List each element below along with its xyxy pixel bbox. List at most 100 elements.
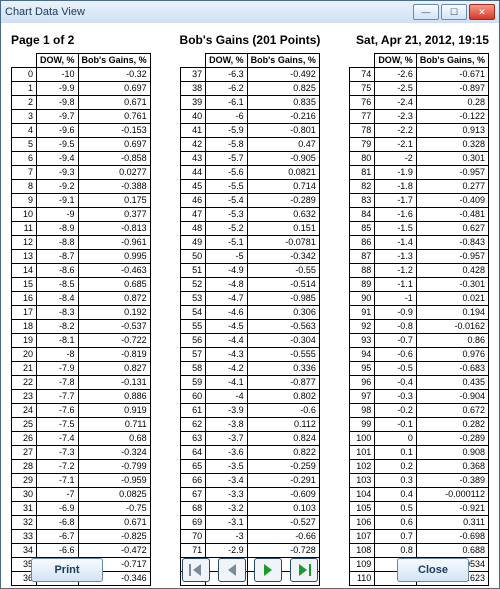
cell-gain: -0.481: [416, 208, 488, 222]
col-gains: Bob's Gains, %: [416, 54, 488, 68]
cell-gain: 0.435: [416, 376, 488, 390]
cell-dow: -0.5: [375, 362, 417, 376]
cell-dow: -4.2: [206, 362, 248, 376]
cell-index: 8: [12, 180, 37, 194]
cell-dow: -9.6: [37, 124, 79, 138]
table-row: 6-9.4-0.858: [12, 152, 151, 166]
cell-dow: -2: [375, 152, 417, 166]
table-row: 1060.60.311: [350, 516, 489, 530]
prev-page-button[interactable]: [218, 558, 246, 582]
cell-gain: 0.711: [78, 418, 150, 432]
cell-dow: 0.7: [375, 530, 417, 544]
table-row: 58-4.20.336: [181, 362, 320, 376]
table-row: 38-6.20.825: [181, 82, 320, 96]
cell-index: 78: [350, 124, 375, 138]
cell-gain: 0.368: [416, 460, 488, 474]
cell-gain: -0.985: [247, 292, 319, 306]
cell-gain: 0.697: [78, 138, 150, 152]
table-row: 92-0.8-0.0162: [350, 320, 489, 334]
cell-index: 105: [350, 502, 375, 516]
cell-gain: -0.66: [247, 530, 319, 544]
table-row: 44-5.60.0821: [181, 166, 320, 180]
cell-dow: -5.1: [206, 236, 248, 250]
cell-gain: -0.921: [416, 502, 488, 516]
print-button[interactable]: Print: [31, 558, 103, 582]
table-row: 2-9.80.671: [12, 96, 151, 110]
cell-dow: -1.6: [375, 208, 417, 222]
table-row: 19-8.1-0.722: [12, 334, 151, 348]
cell-dow: -7.7: [37, 390, 79, 404]
first-page-button[interactable]: [182, 558, 210, 582]
cell-gain: 0.192: [78, 306, 150, 320]
cell-index: 106: [350, 516, 375, 530]
cell-dow: -3.9: [206, 404, 248, 418]
cell-gain: -0.801: [247, 124, 319, 138]
cell-gain: -0.289: [416, 432, 488, 446]
table-row: 3-9.70.761: [12, 110, 151, 124]
cell-dow: -1.7: [375, 194, 417, 208]
cell-dow: -1: [375, 292, 417, 306]
table-row: 68-3.20.103: [181, 502, 320, 516]
cell-dow: -5.2: [206, 222, 248, 236]
cell-gain: -0.216: [247, 110, 319, 124]
cell-dow: -6.1: [206, 96, 248, 110]
minimize-button[interactable]: —: [413, 4, 439, 20]
next-page-button[interactable]: [254, 558, 282, 582]
cell-dow: 0.4: [375, 488, 417, 502]
cell-index: 99: [350, 418, 375, 432]
cell-dow: -4.9: [206, 264, 248, 278]
window-close-button[interactable]: ✕: [469, 4, 495, 20]
col-dow: DOW, %: [375, 54, 417, 68]
cell-gain: -0.858: [78, 152, 150, 166]
cell-index: 12: [12, 236, 37, 250]
table-row: 89-1.1-0.301: [350, 278, 489, 292]
data-table-0: DOW, %Bob's Gains, %0-10-0.321-9.90.6972…: [11, 53, 151, 586]
table-row: 79-2.10.328: [350, 138, 489, 152]
cell-index: 42: [181, 138, 206, 152]
cell-gain: -0.527: [247, 516, 319, 530]
cell-gain: 0.632: [247, 208, 319, 222]
cell-gain: 0.886: [78, 390, 150, 404]
cell-dow: 0.1: [375, 446, 417, 460]
cell-index: 104: [350, 488, 375, 502]
cell-index: 91: [350, 306, 375, 320]
table-row: 53-4.7-0.985: [181, 292, 320, 306]
cell-index: 33: [12, 530, 37, 544]
cell-index: 58: [181, 362, 206, 376]
cell-gain: -0.609: [247, 488, 319, 502]
page-indicator: Page 1 of 2: [11, 33, 169, 47]
cell-index: 23: [12, 390, 37, 404]
table-row: 29-7.1-0.959: [12, 474, 151, 488]
cell-gain: -0.957: [416, 166, 488, 180]
table-row: 0-10-0.32: [12, 68, 151, 82]
cell-index: 2: [12, 96, 37, 110]
cell-index: 38: [181, 82, 206, 96]
cell-index: 31: [12, 502, 37, 516]
table-row: 1080.80.688: [350, 544, 489, 558]
close-button[interactable]: Close: [397, 558, 469, 582]
cell-dow: -7.5: [37, 418, 79, 432]
cell-dow: -7.3: [37, 446, 79, 460]
table-row: 1020.20.368: [350, 460, 489, 474]
col-index: [181, 54, 206, 68]
cell-gain: 0.827: [78, 362, 150, 376]
cell-gain: -0.722: [78, 334, 150, 348]
cell-index: 77: [350, 110, 375, 124]
cell-dow: -4.8: [206, 278, 248, 292]
cell-index: 7: [12, 166, 37, 180]
cell-gain: 0.627: [416, 222, 488, 236]
table-row: 1070.7-0.698: [350, 530, 489, 544]
cell-dow: 0.6: [375, 516, 417, 530]
table-row: 1040.4-0.000112: [350, 488, 489, 502]
cell-dow: -7.9: [37, 362, 79, 376]
cell-dow: -5.7: [206, 152, 248, 166]
cell-dow: -5.8: [206, 138, 248, 152]
cell-gain: -0.563: [247, 320, 319, 334]
last-page-button[interactable]: [290, 558, 318, 582]
cell-index: 22: [12, 376, 37, 390]
table-row: 15-8.50.685: [12, 278, 151, 292]
maximize-button[interactable]: ☐: [441, 4, 467, 20]
cell-dow: -6.9: [37, 502, 79, 516]
cell-index: 54: [181, 306, 206, 320]
cell-gain: 0.825: [247, 82, 319, 96]
